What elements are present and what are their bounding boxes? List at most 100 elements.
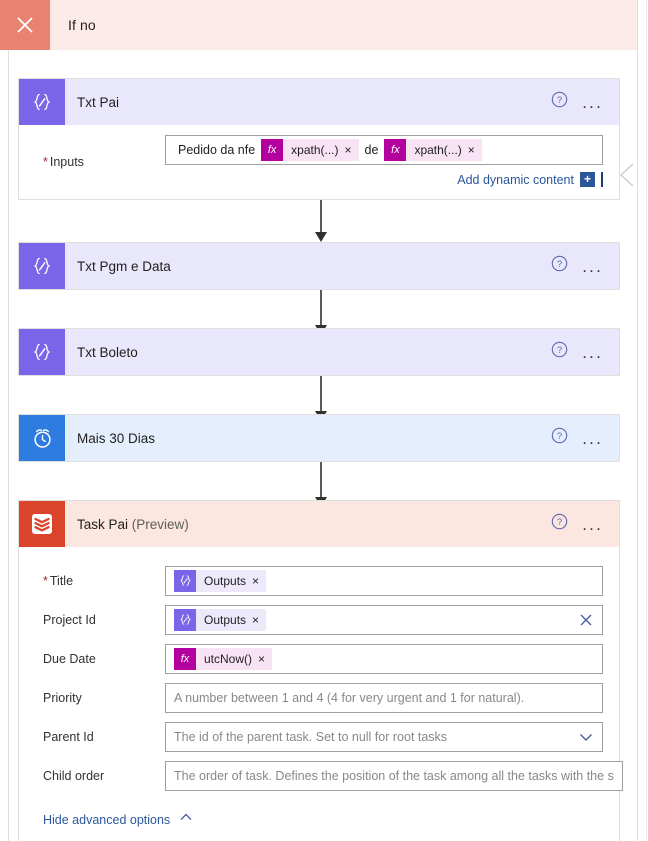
more-options-icon[interactable]: ...	[582, 258, 603, 275]
canvas-right-edge	[646, 0, 647, 841]
token-label: xpath(...)	[291, 143, 339, 157]
fx-icon: fx	[261, 139, 284, 161]
child-order-field[interactable]: The order of task. Defines the position …	[165, 760, 623, 791]
flow-designer-canvas: If no Txt Pai ? ... * Inputs Pedido da n…	[0, 0, 648, 841]
required-asterisk: *	[43, 573, 48, 588]
more-options-icon[interactable]: ...	[582, 94, 603, 111]
field-row-parent-id: Parent Id The id of the parent task. Set…	[35, 717, 603, 756]
title-field[interactable]: Outputs ×	[165, 565, 603, 596]
field-label-project-id: Project Id	[43, 612, 96, 627]
card-actions: ? ...	[551, 91, 619, 113]
card-header[interactable]: Task Pai (Preview) ? ...	[19, 501, 619, 547]
compose-icon	[174, 608, 196, 631]
advanced-options-row[interactable]: Hide advanced options	[35, 795, 603, 836]
token-outputs-title[interactable]: Outputs ×	[174, 569, 267, 592]
token-utcnow[interactable]: fx utcNow() ×	[174, 647, 273, 670]
chevron-down-icon[interactable]	[575, 726, 597, 748]
priority-placeholder: A number between 1 and 4 (4 for very urg…	[174, 690, 525, 705]
card-actions: ? ...	[551, 255, 619, 277]
field-row-due-date: Due Date fx utcNow() ×	[35, 639, 603, 678]
hide-advanced-options-link[interactable]: Hide advanced options	[43, 813, 170, 827]
compose-icon	[174, 569, 196, 592]
field-row-child-order: Child order The order of task. Defines t…	[35, 756, 623, 795]
token-label: utcNow()	[204, 651, 253, 666]
card-title: Txt Boleto	[77, 344, 138, 360]
required-asterisk: *	[43, 155, 48, 169]
close-icon[interactable]	[0, 0, 50, 50]
token-remove-icon[interactable]: ×	[258, 652, 272, 666]
scope-left-rail	[8, 50, 9, 841]
token-label: xpath(...)	[414, 143, 462, 157]
child-order-placeholder: The order of task. Defines the position …	[174, 768, 614, 783]
compose-icon	[19, 243, 65, 289]
todoist-icon	[19, 501, 65, 547]
alarm-clock-icon	[19, 415, 65, 461]
compose-icon	[19, 79, 65, 125]
field-row-project-id: Project Id Outputs ×	[35, 600, 603, 639]
add-dynamic-content-row: Add dynamic content +	[165, 165, 603, 189]
project-id-field[interactable]: Outputs ×	[165, 604, 603, 635]
more-options-icon[interactable]: ...	[582, 516, 603, 533]
more-options-icon[interactable]: ...	[582, 430, 603, 447]
more-options-icon[interactable]: ...	[582, 344, 603, 361]
field-row-priority: Priority A number between 1 and 4 (4 for…	[35, 678, 603, 717]
card-actions: ? ...	[551, 427, 619, 449]
card-actions: ? ...	[551, 341, 619, 363]
help-icon[interactable]: ?	[551, 513, 568, 535]
field-label-child-order: Child order	[43, 768, 105, 783]
field-label-title: * Title	[43, 573, 74, 588]
card-title: Txt Pai	[77, 94, 120, 110]
card-header[interactable]: Txt Pai ? ...	[19, 79, 619, 125]
action-card-task-pai[interactable]: Task Pai (Preview) ? ... * Title Outputs…	[18, 500, 623, 841]
help-icon[interactable]: ?	[551, 427, 568, 449]
fx-icon: fx	[174, 647, 196, 670]
token-xpath-1[interactable]: fx xpath(...) ×	[261, 139, 359, 161]
action-card-txt-boleto[interactable]: Txt Boleto ? ...	[18, 328, 620, 376]
action-card-mais-30-dias[interactable]: Mais 30 Dias ? ...	[18, 414, 620, 462]
token-remove-icon[interactable]: ×	[345, 143, 359, 157]
field-row-inputs: * Inputs Pedido da nfe fx xpath(...) × de	[35, 135, 603, 189]
field-label-due-date: Due Date	[43, 651, 96, 666]
priority-field[interactable]: A number between 1 and 4 (4 for very urg…	[165, 682, 603, 713]
token-remove-icon[interactable]: ×	[468, 143, 482, 157]
scope-title: If no	[68, 17, 96, 33]
add-dynamic-content-link[interactable]: Add dynamic content	[457, 173, 574, 187]
fx-icon: fx	[384, 139, 407, 161]
card-header[interactable]: Mais 30 Dias ? ...	[19, 415, 619, 461]
svg-text:?: ?	[557, 431, 562, 442]
compose-icon	[19, 329, 65, 375]
card-title: Task Pai (Preview)	[77, 516, 189, 532]
svg-text:?: ?	[557, 259, 562, 270]
inputs-field[interactable]: Pedido da nfe fx xpath(...) × de fx xpat…	[165, 135, 603, 165]
token-label: Outputs	[204, 573, 247, 588]
scope-header-if-no[interactable]: If no	[0, 0, 638, 50]
chevron-up-icon[interactable]	[178, 809, 194, 830]
field-label-inputs: * Inputs	[43, 155, 84, 169]
parent-id-field[interactable]: The id of the parent task. Set to null f…	[165, 721, 603, 752]
field-label-priority: Priority	[43, 690, 82, 705]
field-row-title: * Title Outputs ×	[35, 561, 603, 600]
action-card-txt-pgm-e-data[interactable]: Txt Pgm e Data ? ...	[18, 242, 620, 290]
field-label-parent-id: Parent Id	[43, 729, 94, 744]
token-outputs-project-id[interactable]: Outputs ×	[174, 608, 267, 631]
help-icon[interactable]: ?	[551, 341, 568, 363]
svg-text:?: ?	[557, 345, 562, 356]
token-remove-icon[interactable]: ×	[252, 574, 266, 588]
help-icon[interactable]: ?	[551, 255, 568, 277]
due-date-field[interactable]: fx utcNow() ×	[165, 643, 603, 674]
token-xpath-2[interactable]: fx xpath(...) ×	[384, 139, 482, 161]
connector-arrow	[312, 196, 330, 244]
action-card-txt-pai[interactable]: Txt Pai ? ... *Inputs Pedido da nfe fx	[18, 78, 620, 200]
parent-id-placeholder: The id of the parent task. Set to null f…	[174, 729, 448, 744]
card-actions: ? ...	[551, 513, 619, 535]
card-header[interactable]: Txt Pgm e Data ? ...	[19, 243, 619, 289]
static-text: Pedido da nfe	[178, 143, 256, 157]
card-header[interactable]: Txt Boleto ? ...	[19, 329, 619, 375]
text-cursor	[601, 172, 603, 187]
token-remove-icon[interactable]: ×	[252, 613, 266, 627]
add-icon[interactable]: +	[580, 172, 595, 187]
card-title: Mais 30 Dias	[77, 430, 156, 446]
help-icon[interactable]: ?	[551, 91, 568, 113]
card-body: * Title Outputs × Project Id Outputs × D…	[19, 547, 623, 841]
clear-icon[interactable]	[575, 609, 597, 631]
